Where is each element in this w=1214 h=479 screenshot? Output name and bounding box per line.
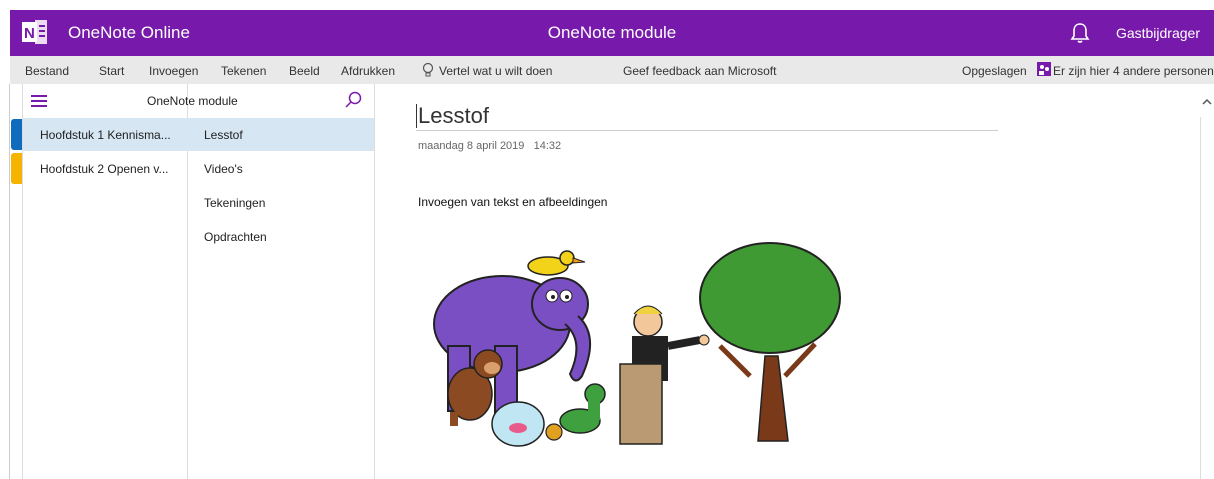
people-icon bbox=[1037, 62, 1051, 76]
notebook-name: OneNote module bbox=[147, 94, 238, 108]
tree-figure bbox=[699, 242, 841, 442]
hamburger-icon[interactable] bbox=[31, 95, 47, 107]
lightbulb-icon bbox=[422, 62, 434, 77]
page-date: maandag 8 april 2019 14:32 bbox=[418, 140, 561, 152]
sections-list: Hoofdstuk 1 Kennisma... Hoofdstuk 2 Open… bbox=[22, 84, 188, 479]
speaker-figure bbox=[619, 305, 710, 445]
section-item-hoofdstuk-2[interactable]: Hoofdstuk 2 Openen v... bbox=[23, 152, 187, 185]
navigation-pane: Hoofdstuk 1 Kennisma... Hoofdstuk 2 Open… bbox=[10, 84, 375, 479]
menu-tekenen[interactable]: Tekenen bbox=[221, 64, 266, 78]
menu-afdrukken[interactable]: Afdrukken bbox=[341, 64, 395, 78]
page-label: Video's bbox=[204, 162, 243, 176]
page-time: 14:32 bbox=[533, 140, 562, 152]
pane-header: OneNote module bbox=[10, 84, 374, 118]
app-header: N OneNote Online OneNote module Gastbijd… bbox=[10, 10, 1214, 56]
bell-icon[interactable] bbox=[1070, 22, 1090, 44]
page-label: Tekeningen bbox=[204, 196, 266, 210]
section-label: Hoofdstuk 1 Kennisma... bbox=[40, 128, 171, 142]
bird-figure bbox=[527, 250, 586, 276]
seal-figure bbox=[545, 383, 606, 441]
menu-invoegen[interactable]: Invoegen bbox=[149, 64, 198, 78]
menu-start[interactable]: Start bbox=[99, 64, 124, 78]
page-label: Lesstof bbox=[204, 128, 243, 142]
page-item-lesstof[interactable]: Lesstof bbox=[187, 118, 374, 151]
feedback-link[interactable]: Geef feedback aan Microsoft bbox=[623, 64, 776, 78]
page-date-day: maandag 8 april 2019 bbox=[418, 140, 525, 152]
people-indicator[interactable]: Er zijn hier 4 andere personen ▾ bbox=[1053, 64, 1214, 78]
title-divider bbox=[416, 130, 998, 131]
vertical-scrollbar[interactable] bbox=[1200, 117, 1214, 479]
search-icon[interactable] bbox=[344, 90, 364, 110]
text-caret bbox=[416, 104, 417, 128]
section-item-hoofdstuk-1[interactable]: Hoofdstuk 1 Kennisma... bbox=[23, 118, 187, 151]
page-item-videos[interactable]: Video's bbox=[187, 152, 374, 185]
menu-bestand[interactable]: Bestand bbox=[25, 64, 69, 78]
page-body-text[interactable]: Invoegen van tekst en afbeeldingen bbox=[418, 195, 607, 209]
page-item-opdrachten[interactable]: Opdrachten bbox=[187, 220, 374, 253]
notebook-title-header: OneNote module bbox=[547, 23, 677, 42]
clipart-illustration[interactable] bbox=[420, 236, 865, 454]
ribbon-menu: Bestand Start Invoegen Tekenen Beeld Afd… bbox=[10, 56, 1214, 84]
save-status: Opgeslagen bbox=[962, 64, 1027, 78]
fishbowl-figure bbox=[491, 401, 545, 447]
page-label: Opdrachten bbox=[204, 230, 267, 244]
page-item-tekeningen[interactable]: Tekeningen bbox=[187, 186, 374, 219]
user-name[interactable]: Gastbijdrager bbox=[1116, 25, 1200, 41]
section-color-tab-1[interactable] bbox=[11, 119, 22, 150]
section-color-strip bbox=[10, 84, 22, 479]
page-title[interactable]: Lesstof bbox=[418, 103, 489, 129]
people-label: Er zijn hier 4 andere personen bbox=[1053, 64, 1214, 78]
tell-me-search[interactable]: Vertel wat u wilt doen bbox=[439, 64, 552, 78]
section-color-tab-2[interactable] bbox=[11, 153, 22, 184]
section-label: Hoofdstuk 2 Openen v... bbox=[40, 162, 169, 176]
chevron-up-icon[interactable] bbox=[1201, 96, 1213, 108]
menu-beeld[interactable]: Beeld bbox=[289, 64, 320, 78]
pages-list: Lesstof Video's Tekeningen Opdrachten bbox=[187, 84, 374, 479]
